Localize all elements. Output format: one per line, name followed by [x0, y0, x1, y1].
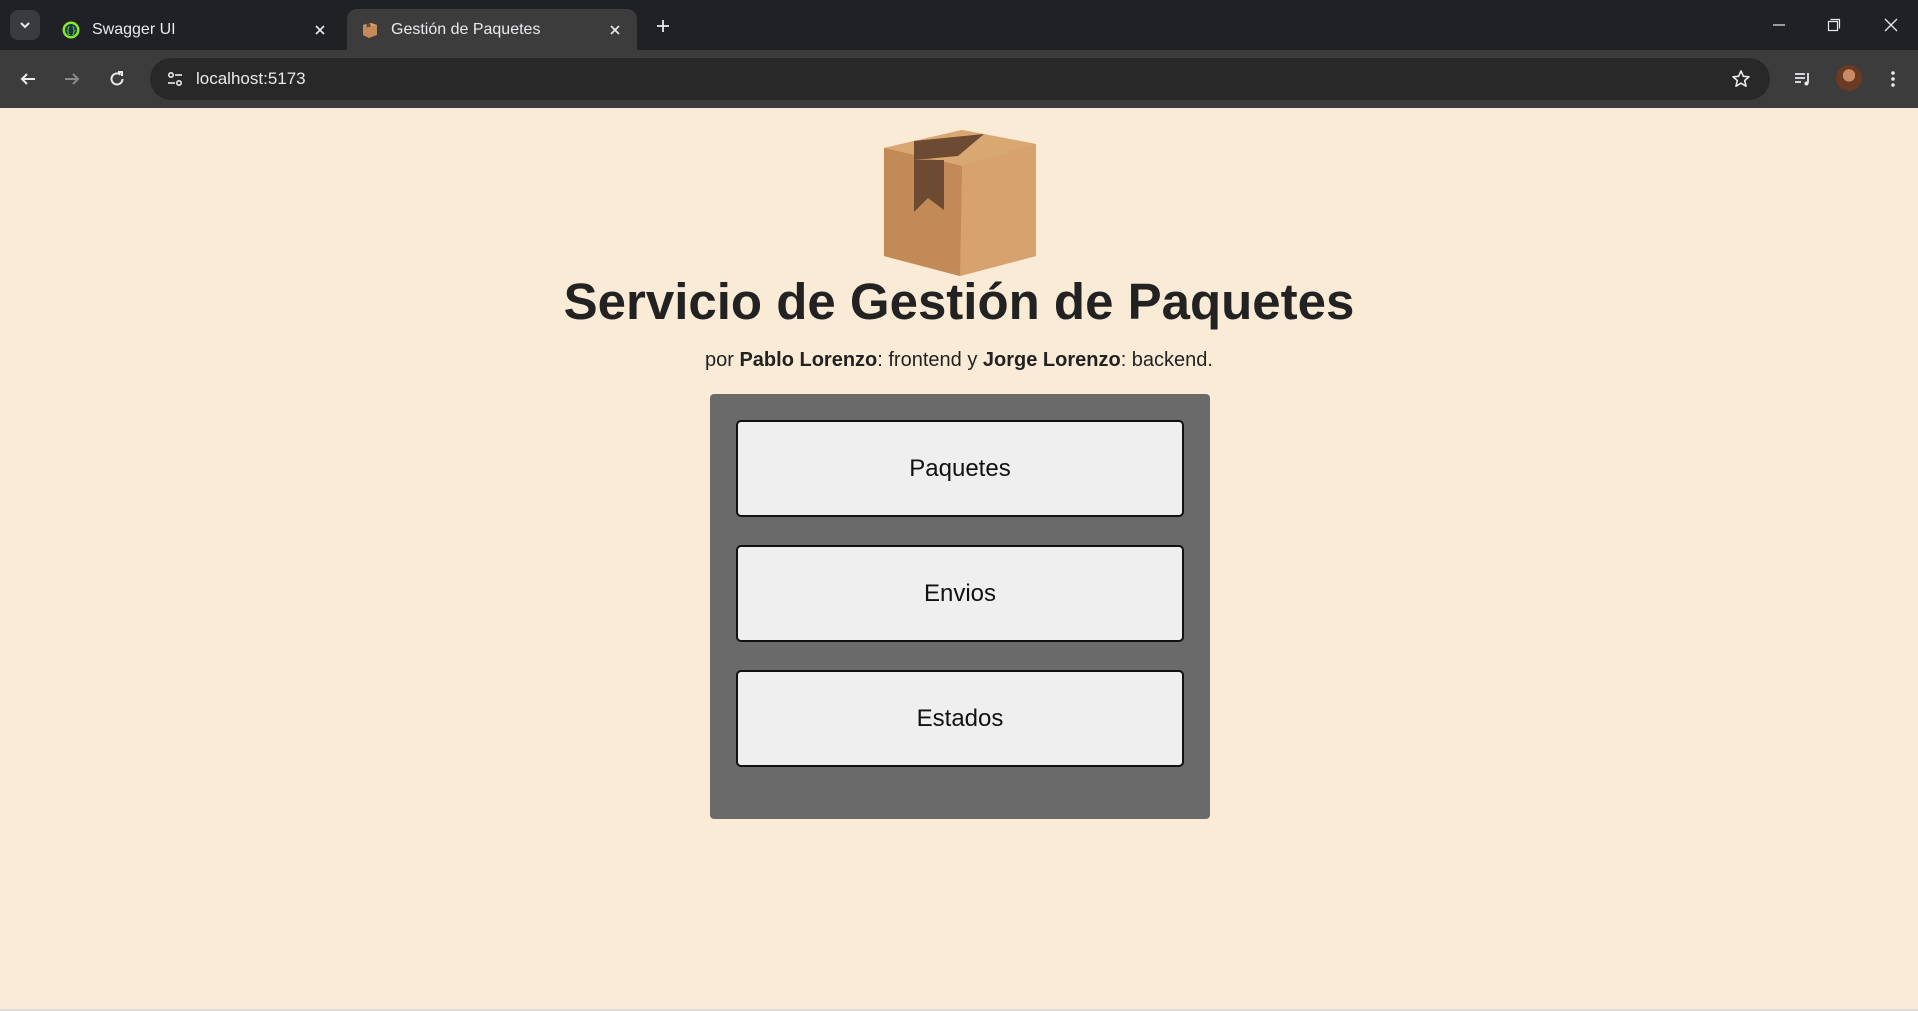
package-box-icon — [884, 130, 1036, 276]
bookmark-button[interactable] — [1726, 64, 1756, 94]
restore-button[interactable] — [1819, 10, 1849, 40]
forward-button[interactable] — [57, 64, 87, 94]
plus-icon — [657, 20, 669, 32]
navigation-panel: Paquetes Envios Estados — [710, 394, 1210, 819]
estados-button[interactable]: Estados — [736, 670, 1184, 767]
address-bar[interactable]: localhost:5173 — [150, 58, 1770, 100]
minimize-button[interactable] — [1764, 10, 1794, 40]
close-tab-icon[interactable] — [310, 20, 330, 40]
credits-line: por Pablo Lorenzo: frontend y Jorge Lore… — [0, 349, 1918, 372]
tab-swagger-ui[interactable]: {} Swagger UI — [48, 9, 342, 50]
arrow-left-icon — [20, 73, 35, 85]
page-title: Servicio de Gestión de Paquetes — [563, 273, 1355, 330]
frontend-author: Pablo Lorenzo — [739, 349, 878, 371]
tune-icon — [167, 71, 183, 87]
tab-gestion-de-paquetes[interactable]: Gestión de Paquetes — [347, 9, 637, 50]
envios-button[interactable]: Envios — [736, 545, 1184, 642]
reload-icon — [110, 71, 124, 86]
backend-author: Jorge Lorenzo — [982, 349, 1121, 371]
frontend-role: : frontend y — [877, 349, 983, 371]
reload-button[interactable] — [102, 64, 132, 94]
browser-tab-bar: {} Swagger UI Gestión de Paquetes — [0, 0, 1918, 50]
minimize-icon — [1773, 24, 1785, 26]
chevron-down-icon — [20, 22, 30, 29]
credits-prefix: por — [705, 349, 740, 371]
star-icon — [1732, 70, 1750, 88]
new-tab-button[interactable] — [650, 13, 676, 39]
close-window-button[interactable] — [1876, 10, 1906, 40]
browser-menu-button[interactable] — [1878, 64, 1908, 94]
arrow-right-icon — [65, 73, 80, 85]
close-tab-icon[interactable] — [605, 20, 625, 40]
media-queue-icon — [1795, 73, 1809, 86]
restore-icon — [1827, 18, 1841, 32]
media-controls-button[interactable] — [1788, 64, 1818, 94]
profile-avatar[interactable] — [1836, 65, 1862, 91]
svg-text:{}: {} — [65, 26, 76, 36]
backend-role: : backend. — [1120, 349, 1213, 371]
back-button[interactable] — [13, 64, 43, 94]
tab-title: Swagger UI — [92, 20, 176, 38]
url-text: localhost:5173 — [196, 69, 306, 88]
package-favicon-icon — [363, 22, 377, 38]
tab-search-button[interactable] — [10, 10, 40, 40]
paquetes-button[interactable]: Paquetes — [736, 420, 1184, 517]
more-vertical-icon — [1891, 71, 1895, 87]
swagger-favicon-icon: {} — [62, 21, 80, 38]
browser-toolbar: localhost:5173 — [0, 50, 1918, 108]
tab-title: Gestión de Paquetes — [391, 20, 541, 38]
site-info-button[interactable] — [160, 64, 190, 94]
close-icon — [1884, 18, 1898, 32]
